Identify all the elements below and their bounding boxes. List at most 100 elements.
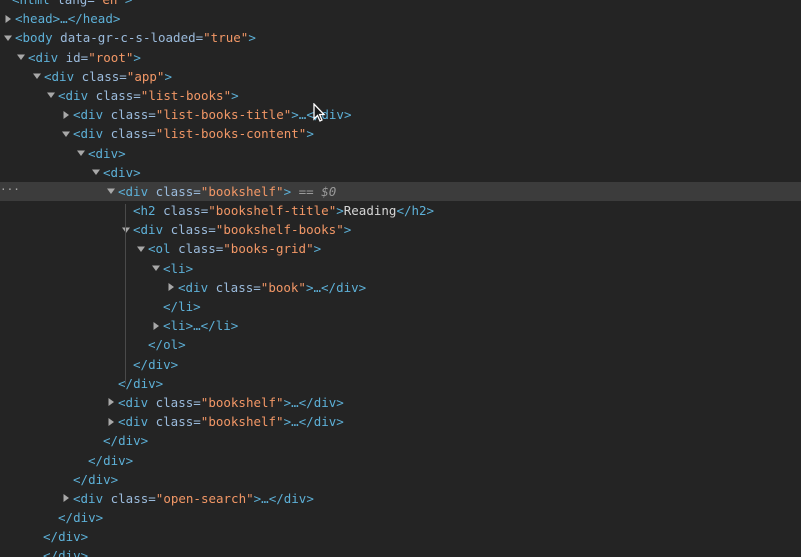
attribute-value: "bookshelf" bbox=[200, 183, 284, 199]
tag-open-bracket: < bbox=[133, 222, 141, 238]
dom-node-row[interactable]: < div class= "open-search" >…</div > bbox=[0, 489, 801, 508]
text-node: Reading bbox=[343, 203, 397, 219]
triangle-right-icon[interactable] bbox=[103, 393, 118, 412]
closing-tag-name: div bbox=[313, 394, 337, 410]
triangle-down-icon[interactable] bbox=[0, 28, 15, 47]
tag-name: div bbox=[95, 145, 119, 161]
tag-name: div bbox=[51, 68, 75, 84]
dom-node-row[interactable]: < div > bbox=[0, 144, 801, 163]
dom-node-row[interactable]: < div class= "bookshelf-books" > bbox=[0, 220, 801, 239]
tag-name: div bbox=[110, 164, 134, 180]
triangle-right-icon[interactable] bbox=[0, 9, 15, 28]
tag-open-bracket: < bbox=[148, 241, 156, 257]
attribute-name: class= bbox=[170, 241, 224, 257]
selected-node-marker: == $0 bbox=[291, 183, 337, 199]
dom-node-row[interactable]: < div class= "list-books-title" >…</div > bbox=[0, 105, 801, 124]
attribute-value: "list-books-content" bbox=[155, 126, 307, 142]
attribute-value: "book" bbox=[260, 279, 306, 295]
dom-node-row[interactable]: < div class= "list-books" > bbox=[0, 86, 801, 105]
closing-tag: </h2> bbox=[396, 203, 435, 219]
attribute-value: "list-books" bbox=[140, 87, 232, 103]
triangle-down-icon[interactable] bbox=[88, 163, 103, 182]
tag-close-bracket: > bbox=[336, 394, 344, 410]
tag-open-bracket: < bbox=[88, 145, 96, 161]
attribute-name: class= bbox=[148, 414, 201, 430]
triangle-right-icon[interactable] bbox=[148, 316, 163, 335]
dom-node-row[interactable]: < div > bbox=[0, 163, 801, 182]
triangle-down-icon[interactable] bbox=[73, 144, 88, 163]
dom-node-row[interactable]: < ol class= "books-grid" > bbox=[0, 239, 801, 258]
tag-close-bracket: > bbox=[112, 11, 121, 27]
collapsed-ellipsis: >…</ bbox=[253, 490, 284, 506]
attribute-name: class= bbox=[155, 203, 209, 219]
dom-node-row[interactable]: </div> bbox=[0, 374, 801, 393]
dom-node-row[interactable]: < body data-gr-c-s-loaded= "true" > bbox=[0, 28, 801, 47]
tag-open-bracket: </ bbox=[163, 299, 179, 314]
tag-open-bracket: </ bbox=[43, 529, 59, 545]
tag-name: ol bbox=[155, 241, 171, 257]
attribute-value: "open-search" bbox=[155, 490, 254, 506]
triangle-down-icon[interactable] bbox=[29, 67, 44, 86]
tag-name: html bbox=[20, 0, 50, 9]
triangle-right-icon[interactable] bbox=[58, 489, 73, 508]
tag-close-bracket: > bbox=[343, 107, 352, 123]
tag-open-bracket: < bbox=[163, 260, 171, 276]
tag-open-bracket: < bbox=[73, 490, 81, 506]
dom-node-row[interactable]: < h2 class= "bookshelf-title" > Reading </h2> bbox=[0, 201, 801, 220]
dom-node-row[interactable]: < head >…</head > bbox=[0, 9, 801, 28]
dom-node-row[interactable]: </div> bbox=[0, 431, 801, 450]
dom-node-row[interactable]: < div class= "bookshelf" >…</div > bbox=[0, 393, 801, 412]
tag-close-bracket: > bbox=[133, 49, 141, 65]
dom-node-row[interactable]: < div class= "app" > bbox=[0, 67, 801, 86]
triangle-down-icon[interactable] bbox=[133, 239, 148, 258]
tag-name: div bbox=[125, 414, 149, 430]
attribute-value: "bookshelf" bbox=[200, 414, 284, 430]
tag-open-bracket: < bbox=[163, 318, 171, 334]
ellipsis-icon[interactable]: ··· bbox=[0, 182, 20, 201]
tag-close-bracket: > bbox=[313, 241, 322, 257]
triangle-right-icon[interactable] bbox=[58, 105, 73, 124]
triangle-down-icon[interactable] bbox=[148, 259, 163, 278]
dom-node-row[interactable]: <html lang="en"> bbox=[0, 0, 801, 9]
tag-open-bracket: </ bbox=[88, 452, 104, 468]
dom-node-row[interactable]: < div class= "book" >…</div > bbox=[0, 278, 801, 297]
dom-node-row[interactable]: < div class= "list-books-content" > bbox=[0, 124, 801, 143]
tag-close-bracket: > bbox=[125, 452, 134, 468]
attribute-name: lang= bbox=[50, 0, 95, 9]
attribute-name: class= bbox=[163, 222, 216, 238]
triangle-right-icon[interactable] bbox=[163, 278, 178, 297]
closing-tag-name: div bbox=[313, 414, 337, 430]
attribute-name: data-gr-c-s-loaded= bbox=[52, 30, 204, 46]
dom-node-row[interactable]: </div> bbox=[0, 546, 801, 557]
tag-open-bracket: < bbox=[15, 30, 23, 46]
dom-node-row[interactable]: </li > bbox=[0, 297, 801, 316]
attribute-name: class= bbox=[208, 279, 261, 295]
dom-node-row[interactable]: </div> bbox=[0, 451, 801, 470]
dom-node-row[interactable]: </div> bbox=[0, 470, 801, 489]
triangle-down-icon[interactable] bbox=[58, 124, 73, 143]
collapsed-ellipsis: >…</ bbox=[185, 318, 216, 334]
dom-node-row[interactable]: < div id= "root" > bbox=[0, 48, 801, 67]
dom-node-row[interactable]: ··· < div class= "bookshelf" > == $0 bbox=[0, 181, 801, 202]
triangle-right-icon[interactable] bbox=[103, 412, 118, 431]
dom-node-row[interactable]: </ol > bbox=[0, 335, 801, 354]
tag-close-bracket: > bbox=[185, 260, 194, 276]
tag-open-bracket: < bbox=[118, 183, 126, 199]
tag-close-bracket: > bbox=[164, 68, 172, 84]
dom-node-row[interactable]: </div> bbox=[0, 355, 801, 374]
tag-close-bracket: > bbox=[155, 375, 164, 391]
tag-open-bracket: </ bbox=[148, 337, 164, 353]
dom-node-row[interactable]: < li > bbox=[0, 259, 801, 278]
collapsed-ellipsis: >…</ bbox=[52, 11, 83, 27]
dom-node-row[interactable]: </div> bbox=[0, 527, 801, 546]
triangle-down-icon[interactable] bbox=[13, 48, 28, 67]
attribute-value: "bookshelf-books" bbox=[215, 222, 344, 238]
dom-node-row[interactable]: < div class= "bookshelf" >…</div > bbox=[0, 412, 801, 431]
attribute-value: "bookshelf" bbox=[200, 394, 284, 410]
triangle-down-icon[interactable] bbox=[43, 86, 58, 105]
dom-node-row[interactable]: </div> bbox=[0, 508, 801, 527]
tag-name: h2 bbox=[140, 203, 156, 219]
triangle-down-icon[interactable] bbox=[103, 182, 118, 201]
tag-name: div bbox=[35, 49, 59, 65]
dom-node-row[interactable]: < li >…</li > bbox=[0, 316, 801, 335]
